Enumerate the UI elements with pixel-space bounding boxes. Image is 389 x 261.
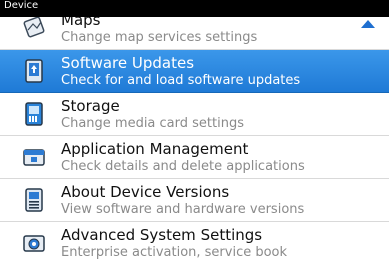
settings-list: Maps Change map services settings Softwa… [0, 17, 389, 261]
list-item-title: Advanced System Settings [61, 226, 263, 244]
storage-icon [23, 102, 45, 126]
application-management-icon [23, 145, 45, 169]
list-item-application-management[interactable]: Application Management Check details and… [0, 136, 389, 179]
device-versions-icon [23, 188, 45, 212]
list-item-software-updates[interactable]: Software Updates Check for and load soft… [0, 50, 389, 93]
list-item-storage[interactable]: Storage Change media card settings [0, 93, 389, 136]
list-item-subtitle: Change media card settings [61, 116, 244, 131]
list-item-subtitle: Enterprise activation, service book [61, 245, 288, 260]
list-item-subtitle: Check details and delete applications [61, 159, 305, 174]
list-item-title: Software Updates [61, 54, 195, 72]
list-item-advanced-system-settings[interactable]: Advanced System Settings Enterprise acti… [0, 222, 389, 261]
scroll-up-arrow-icon[interactable] [361, 20, 375, 28]
software-update-icon [23, 59, 45, 83]
list-item-subtitle: Change map services settings [61, 30, 258, 45]
list-item-title: Storage [61, 97, 120, 115]
advanced-settings-icon [23, 231, 45, 255]
list-item-about-device-versions[interactable]: About Device Versions View software and … [0, 179, 389, 222]
list-item-title: Maps [61, 17, 101, 29]
list-item-subtitle: View software and hardware versions [61, 202, 305, 217]
list-item-maps[interactable]: Maps Change map services settings [0, 17, 389, 50]
page-title: Device [4, 0, 39, 11]
list-item-title: Application Management [61, 140, 249, 158]
maps-icon [23, 17, 45, 40]
title-bar: Device [0, 0, 389, 17]
list-item-subtitle: Check for and load software updates [61, 73, 301, 88]
list-item-title: About Device Versions [61, 183, 230, 201]
